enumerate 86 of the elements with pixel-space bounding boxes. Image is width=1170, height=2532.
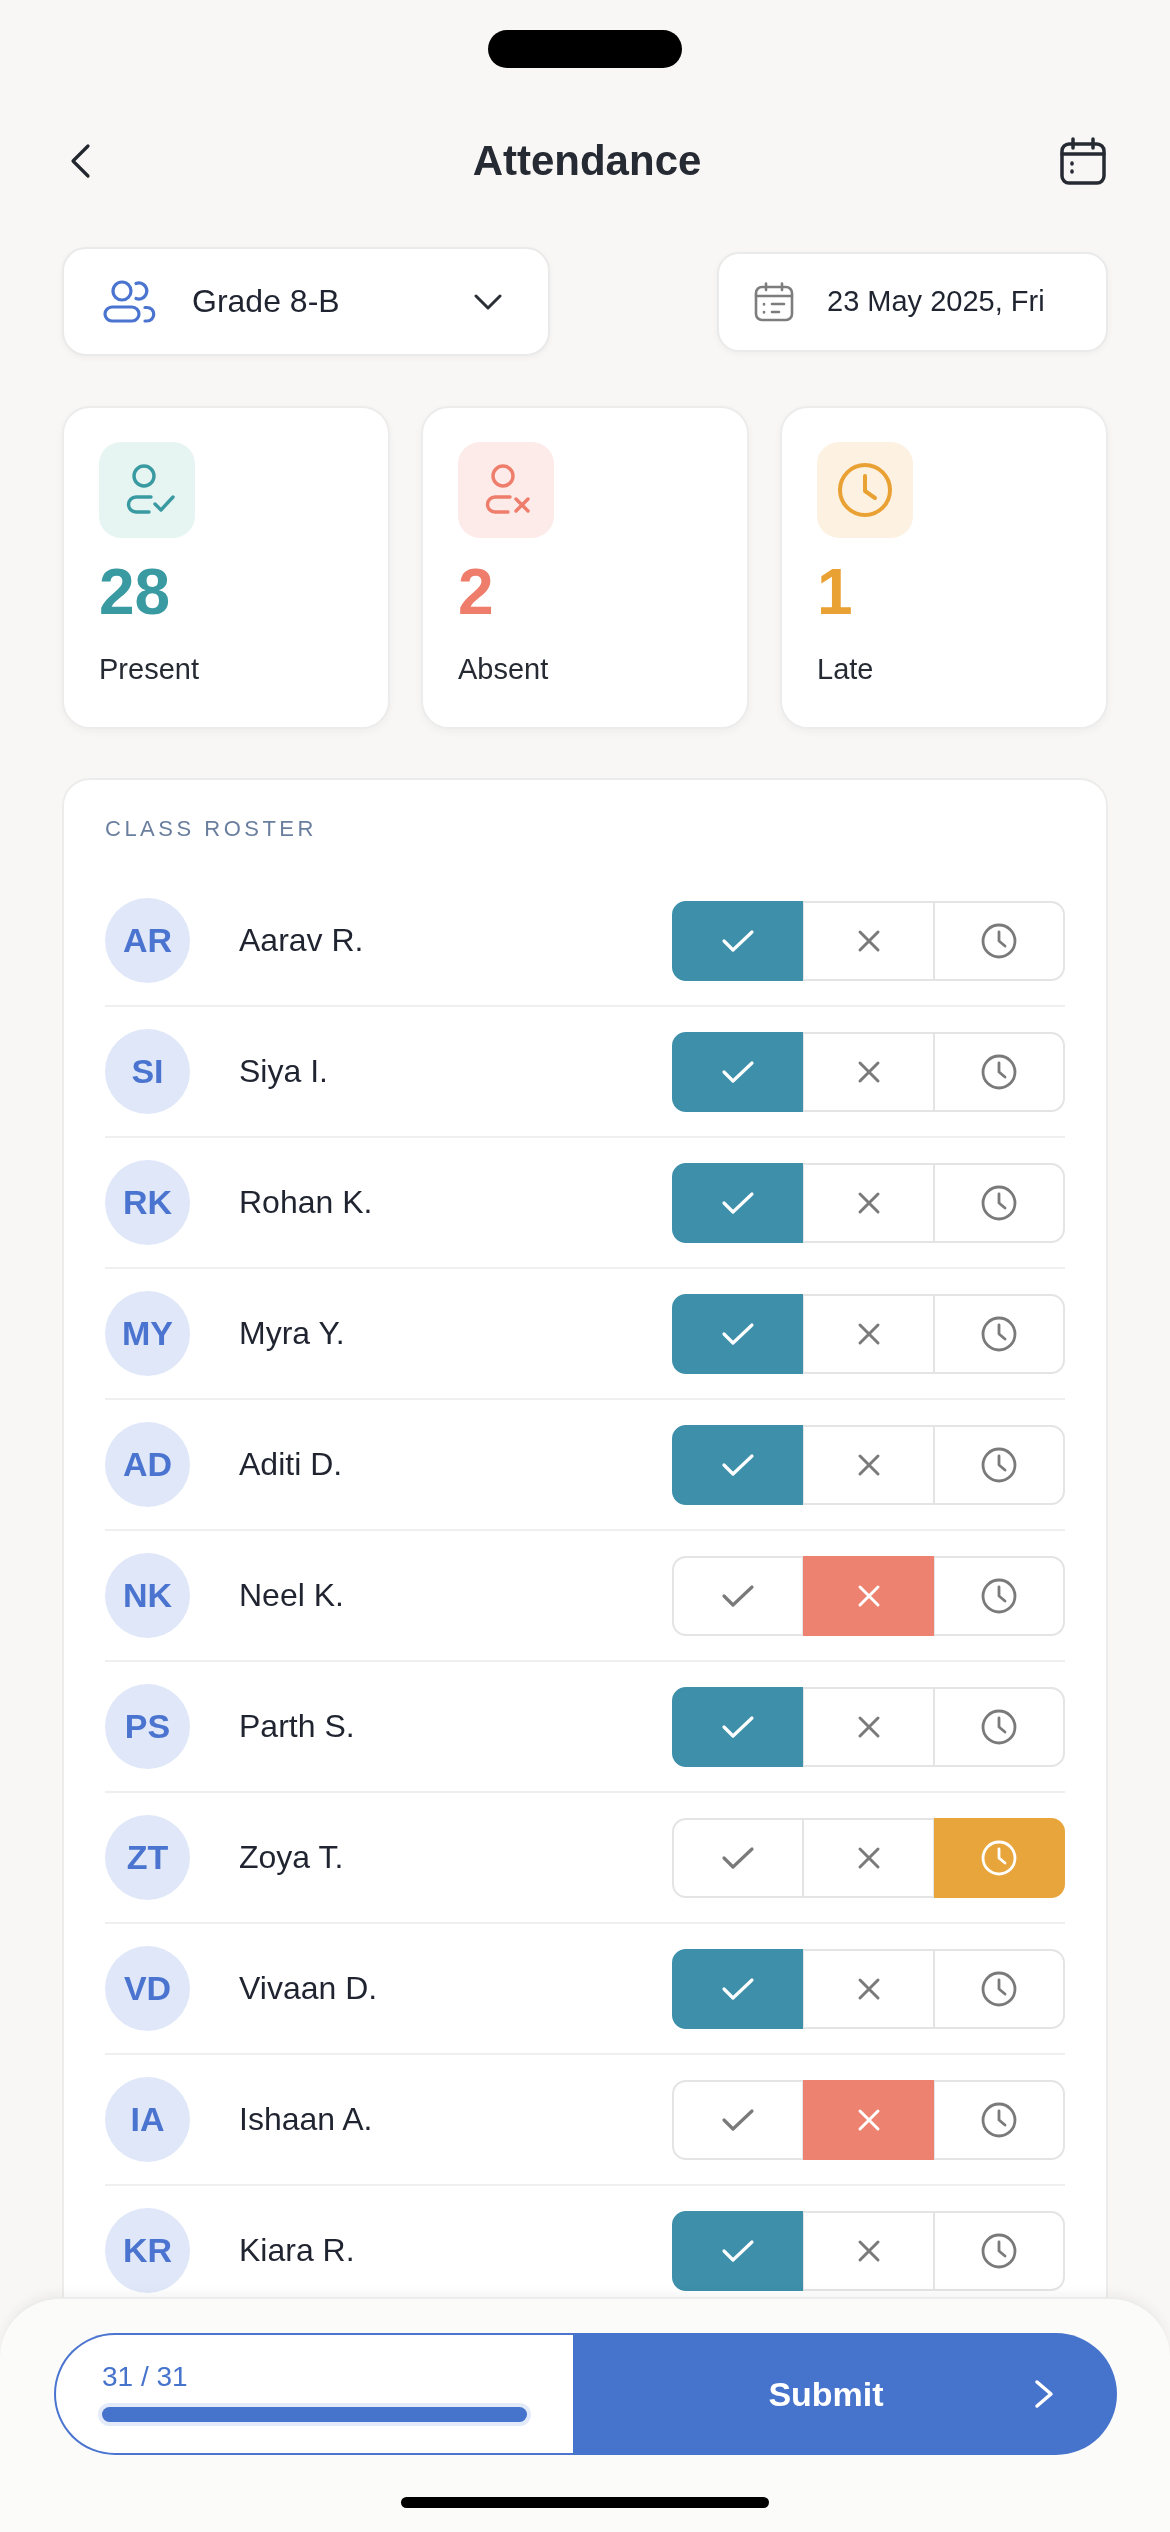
- avatar: MY: [105, 1291, 190, 1376]
- student-name: Ishaan A.: [239, 2101, 373, 2138]
- x-icon: [856, 1583, 881, 1608]
- x-icon: [856, 2107, 881, 2132]
- checkmark-icon: [721, 1451, 755, 1478]
- x-icon: [856, 1452, 881, 1477]
- submit-button[interactable]: Submit: [573, 2333, 1117, 2455]
- avatar: IA: [105, 2077, 190, 2162]
- student-name: Aarav R.: [239, 922, 364, 959]
- x-icon: [856, 1714, 881, 1739]
- absent-button[interactable]: [803, 2079, 934, 2160]
- clock-icon: [981, 1970, 1017, 2007]
- avatar: AR: [105, 898, 190, 983]
- clock-icon: [817, 442, 913, 538]
- clock-icon: [981, 1708, 1017, 1745]
- checkmark-icon: [721, 927, 755, 954]
- stat-label: Late: [817, 652, 874, 687]
- people-icon: [103, 280, 157, 323]
- present-button[interactable]: [672, 900, 803, 981]
- student-name: Zoya T.: [239, 1839, 344, 1876]
- checkmark-icon: [721, 1844, 755, 1871]
- present-button[interactable]: [672, 1293, 803, 1374]
- checkmark-icon: [721, 1713, 755, 1740]
- checkmark-icon: [721, 1189, 755, 1216]
- present-button[interactable]: [672, 1948, 803, 2029]
- x-icon: [856, 1190, 881, 1215]
- present-button[interactable]: [672, 1162, 803, 1243]
- calendar-icon[interactable]: [1060, 137, 1106, 185]
- person-check-icon: [99, 442, 195, 538]
- chevron-down-icon: [474, 293, 502, 310]
- late-button[interactable]: [934, 1817, 1065, 1898]
- clock-icon: [981, 1577, 1017, 1614]
- checkmark-icon: [721, 1975, 755, 2002]
- stat-label: Present: [99, 652, 199, 687]
- checkmark-icon: [721, 1582, 755, 1609]
- roster-heading: CLASS ROSTER: [105, 818, 318, 840]
- present-button[interactable]: [672, 1686, 803, 1767]
- checkmark-icon: [721, 2106, 755, 2133]
- avatar: PS: [105, 1684, 190, 1769]
- present-button[interactable]: [672, 1031, 803, 1112]
- stat-count: 28: [99, 560, 171, 624]
- avatar: SI: [105, 1029, 190, 1114]
- stat-count: 1: [817, 560, 853, 624]
- x-icon: [856, 1059, 881, 1084]
- avatar: RK: [105, 1160, 190, 1245]
- checkmark-icon: [721, 1058, 755, 1085]
- absent-button[interactable]: [803, 1555, 934, 1636]
- student-name: Vivaan D.: [239, 1970, 378, 2007]
- checkmark-icon: [721, 1320, 755, 1347]
- chevron-right-icon: [1034, 2379, 1054, 2409]
- student-name: Rohan K.: [239, 1184, 373, 1221]
- student-name: Neel K.: [239, 1577, 344, 1614]
- x-icon: [856, 2238, 881, 2263]
- clock-icon: [981, 922, 1017, 959]
- x-icon: [856, 928, 881, 953]
- clock-icon: [981, 2232, 1017, 2269]
- screen-title: Attendance: [472, 140, 702, 182]
- avatar: AD: [105, 1422, 190, 1507]
- clock-icon: [981, 1446, 1017, 1483]
- student-name: Aditi D.: [239, 1446, 343, 1483]
- progress-count: 31 / 31: [102, 2363, 189, 2391]
- clock-icon: [981, 1184, 1017, 1221]
- clock-icon: [981, 2101, 1017, 2138]
- x-icon: [856, 1321, 881, 1346]
- avatar: ZT: [105, 1815, 190, 1900]
- stat-label: Absent: [458, 652, 549, 687]
- student-name: Siya I.: [239, 1053, 328, 1090]
- clock-icon: [981, 1315, 1017, 1352]
- class-dropdown[interactable]: Grade 8-B: [62, 247, 550, 356]
- date-picker[interactable]: 23 May 2025, Fri: [717, 251, 1108, 352]
- x-icon: [856, 1976, 881, 2001]
- calendar-icon: [754, 281, 794, 322]
- avatar: VD: [105, 1946, 190, 2031]
- present-button[interactable]: [672, 2210, 803, 2291]
- student-name: Parth S.: [239, 1708, 355, 1745]
- person-x-icon: [458, 442, 554, 538]
- x-icon: [856, 1845, 881, 1870]
- clock-icon: [981, 1053, 1017, 1090]
- checkmark-icon: [721, 2237, 755, 2264]
- stat-count: 2: [458, 560, 494, 624]
- student-name: Kiara R.: [239, 2232, 355, 2269]
- clock-icon: [981, 1839, 1017, 1876]
- avatar: KR: [105, 2208, 190, 2293]
- student-name: Myra Y.: [239, 1315, 345, 1352]
- present-button[interactable]: [672, 1424, 803, 1505]
- avatar: NK: [105, 1553, 190, 1638]
